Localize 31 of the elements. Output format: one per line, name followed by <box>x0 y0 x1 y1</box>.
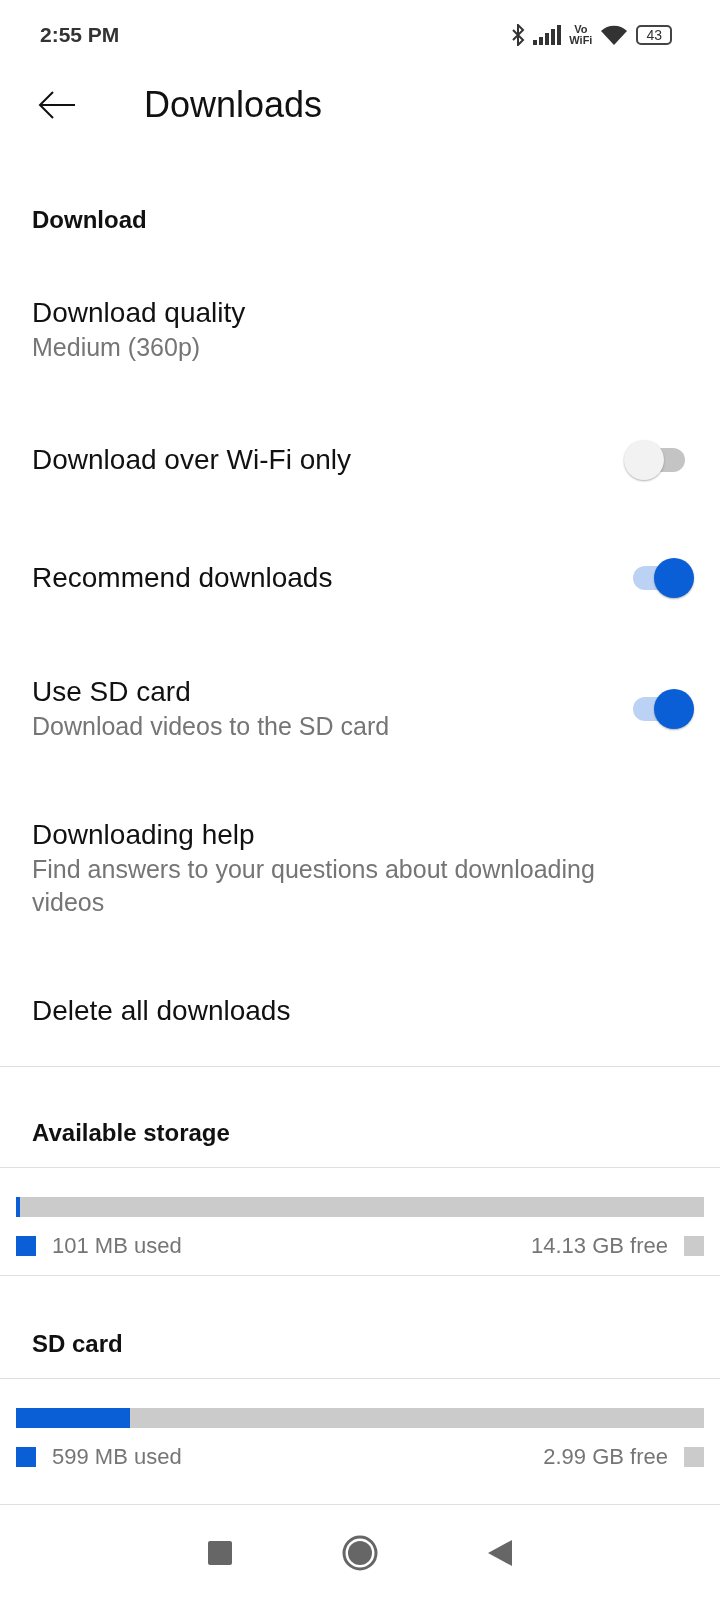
recents-icon[interactable] <box>208 1540 232 1565</box>
setting-title[interactable]: Downloading help <box>32 817 672 853</box>
setting-title[interactable]: Download quality <box>32 295 672 331</box>
used-legend-swatch <box>16 1236 36 1256</box>
battery-icon: 43 <box>636 25 672 45</box>
setting-description: Find answers to your questions about downloading videos <box>32 854 596 918</box>
free-label: 14.13 GB free <box>531 1232 668 1260</box>
signal-icon <box>533 25 562 45</box>
free-legend-swatch <box>684 1236 704 1256</box>
home-icon[interactable] <box>342 1534 378 1571</box>
free-legend-swatch <box>684 1447 704 1467</box>
used-label: 599 MB used <box>52 1443 183 1471</box>
wifi-icon <box>600 24 629 46</box>
back-arrow-icon[interactable] <box>38 90 76 120</box>
vowifi-label: Vo WiFi <box>569 24 593 46</box>
setting-description: Medium (360p) <box>32 332 202 363</box>
status-time: 2:55 PM <box>40 22 120 49</box>
section-header: SD card <box>31 1329 124 1359</box>
setting-title[interactable]: Recommend downloads <box>32 560 608 596</box>
section-header: Download <box>31 205 148 235</box>
used-label: 101 MB used <box>52 1232 183 1260</box>
setting-description: Download videos to the SD card <box>32 711 391 742</box>
setting-title[interactable]: Download over Wi-Fi only <box>32 442 608 478</box>
free-label: 2.99 GB free <box>543 1443 668 1471</box>
setting-title[interactable]: Delete all downloads <box>32 993 672 1029</box>
back-icon[interactable] <box>488 1539 512 1566</box>
setting-title[interactable]: Use SD card <box>32 674 608 710</box>
used-legend-swatch <box>16 1447 36 1467</box>
page-title: Downloads <box>144 83 323 127</box>
section-header: Available storage <box>31 1118 231 1148</box>
bluetooth-icon <box>511 24 526 46</box>
